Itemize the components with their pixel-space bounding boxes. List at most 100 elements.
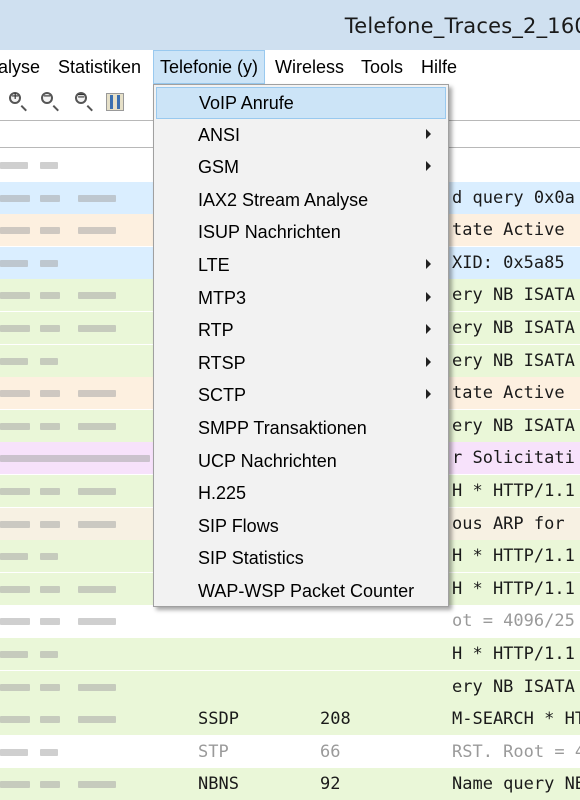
menu-item-wap-wsp-packet-counter[interactable]: WAP-WSP Packet Counter (156, 576, 446, 608)
window-title: Telefone_Traces_2_160 (344, 14, 580, 38)
submenu-arrow-icon (426, 389, 431, 399)
menu-wireless[interactable]: Wireless (275, 50, 344, 84)
redacted-cell (40, 292, 60, 299)
packet-info: H * HTTP/1.1 (452, 579, 575, 599)
menu-item-label: H.225 (198, 483, 247, 503)
redacted-cell (78, 227, 116, 234)
resize-columns-icon[interactable] (102, 90, 126, 114)
redacted-cell (40, 390, 60, 397)
menu-item-isup-nachrichten[interactable]: ISUP Nachrichten (156, 217, 446, 249)
menu-item-iax2-stream-analyse[interactable]: IAX2 Stream Analyse (156, 185, 446, 217)
menu-item-gsm[interactable]: GSM (156, 152, 446, 184)
menu-item-label: ANSI (198, 125, 241, 145)
redacted-cell (40, 651, 58, 658)
redacted-cell (0, 651, 28, 658)
redacted-cell (78, 488, 116, 495)
zoom-reset-icon[interactable]: = (72, 90, 96, 114)
redacted-cell (0, 455, 150, 462)
redacted-cell (78, 684, 116, 691)
menu-item-mtp3[interactable]: MTP3 (156, 283, 446, 315)
redacted-cell (40, 358, 58, 365)
packet-info: tate Active (452, 220, 565, 240)
submenu-arrow-icon (426, 357, 431, 367)
packet-proto: NBNS (198, 774, 239, 794)
redacted-cell (40, 195, 60, 202)
packet-info: H * HTTP/1.1 (452, 546, 575, 566)
redacted-cell (0, 749, 28, 756)
packet-row[interactable]: ery NB ISATA (0, 671, 580, 703)
packet-row[interactable]: ot = 4096/25 (0, 605, 580, 637)
redacted-cell (78, 423, 116, 430)
redacted-cell (40, 488, 60, 495)
packet-row[interactable]: NBNS 92 Name query NB ISATA (0, 768, 580, 800)
redacted-cell (0, 521, 30, 528)
menu-item-label: RTP (198, 320, 234, 340)
menu-item-h-225[interactable]: H.225 (156, 478, 446, 510)
menu-item-label: SCTP (198, 385, 247, 405)
menu-item-label: RTSP (198, 353, 246, 373)
redacted-cell (0, 162, 28, 169)
packet-row[interactable]: STP 66 RST. Root = 4096/15 (0, 736, 580, 768)
packet-proto: SSDP (198, 709, 239, 729)
menu-hilfe[interactable]: Hilfe (421, 50, 457, 84)
packet-row[interactable]: SSDP 208 M-SEARCH * HTTP/1.1 (0, 703, 580, 735)
redacted-cell (0, 292, 30, 299)
menu-item-label: SIP Statistics (198, 548, 304, 568)
menu-item-label: GSM (198, 157, 240, 177)
packet-proto: STP (198, 742, 229, 762)
menu-item-label: SMPP Transaktionen (198, 418, 367, 438)
packet-info: ery NB ISATA (452, 318, 575, 338)
redacted-cell (78, 781, 116, 788)
menu-item-sip-statistics[interactable]: SIP Statistics (156, 543, 446, 575)
menu-item-voip-anrufe[interactable]: VoIP Anrufe (156, 87, 446, 119)
menu-item-rtsp[interactable]: RTSP (156, 348, 446, 380)
menu-telefonie[interactable]: Telefonie (y) (153, 50, 266, 84)
menu-statistiken[interactable]: Statistiken (58, 50, 141, 84)
redacted-cell (0, 488, 30, 495)
packet-info: ery NB ISATA (452, 416, 575, 436)
menu-item-sip-flows[interactable]: SIP Flows (156, 511, 446, 543)
packet-info: ery NB ISATA (452, 351, 575, 371)
title-bar: Telefone_Traces_2_160 (0, 0, 580, 50)
redacted-cell (0, 618, 30, 625)
submenu-arrow-icon (426, 292, 431, 302)
menu-item-label: UCP Nachrichten (198, 451, 337, 471)
redacted-cell (40, 162, 58, 169)
redacted-cell (78, 325, 116, 332)
menu-analyse[interactable]: alyse (0, 50, 40, 84)
menu-item-rtp[interactable]: RTP (156, 315, 446, 347)
redacted-cell (78, 292, 116, 299)
packet-info: r Solicitati (452, 448, 575, 468)
zoom-in-icon[interactable]: + (6, 90, 30, 114)
packet-info: ery NB ISATA (452, 285, 575, 305)
redacted-cell (78, 716, 116, 723)
menu-item-ucp-nachrichten[interactable]: UCP Nachrichten (156, 446, 446, 478)
packet-info: ot = 4096/25 (452, 611, 575, 631)
packet-row[interactable]: H * HTTP/1.1 (0, 638, 580, 670)
menu-item-ansi[interactable]: ANSI (156, 120, 446, 152)
menu-tools[interactable]: Tools (361, 50, 403, 84)
zoom-out-icon[interactable]: − (38, 90, 62, 114)
redacted-cell (0, 260, 28, 267)
packet-info: ous ARP for (452, 514, 565, 534)
menu-item-label: MTP3 (198, 288, 247, 308)
redacted-cell (0, 684, 30, 691)
menu-item-label: VoIP Anrufe (199, 93, 294, 113)
telephony-menu: VoIP Anrufe ANSI GSM IAX2 Stream Analyse ISU… (153, 84, 449, 607)
redacted-cell (40, 521, 60, 528)
submenu-arrow-icon (426, 259, 431, 269)
packet-info: tate Active (452, 383, 565, 403)
redacted-cell (0, 358, 28, 365)
packet-len: 92 (320, 774, 341, 794)
packet-info: Name query NB ISATA (452, 774, 580, 794)
packet-info: H * HTTP/1.1 (452, 481, 575, 501)
menu-item-smpp-transaktionen[interactable]: SMPP Transaktionen (156, 413, 446, 445)
redacted-cell (78, 618, 116, 625)
menu-item-lte[interactable]: LTE (156, 250, 446, 282)
packet-info: RST. Root = 4096/15 (452, 742, 580, 762)
redacted-cell (0, 423, 30, 430)
redacted-cell (40, 618, 60, 625)
menu-item-sctp[interactable]: SCTP (156, 380, 446, 412)
packet-len: 66 (320, 742, 341, 762)
redacted-cell (40, 781, 60, 788)
